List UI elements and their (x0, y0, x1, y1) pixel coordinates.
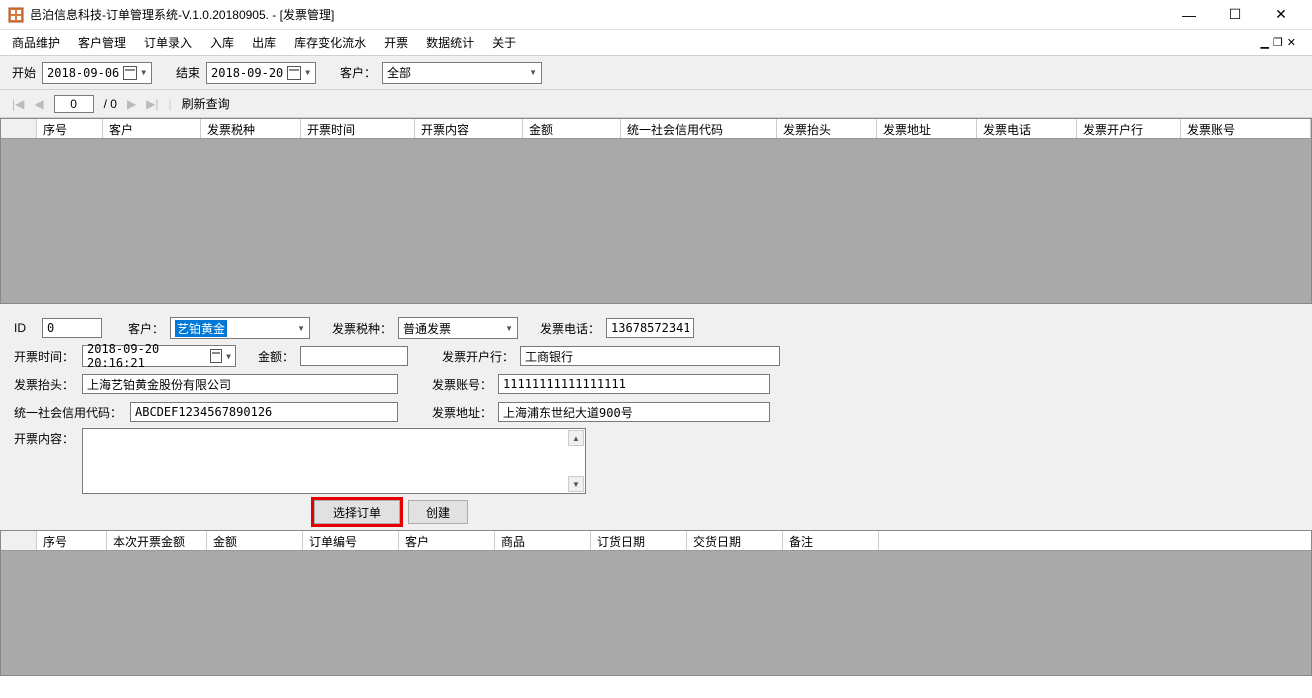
maximize-button[interactable]: ☐ (1212, 0, 1258, 30)
end-label: 结束 (176, 64, 200, 81)
customer-filter-label: 客户： (340, 64, 376, 81)
grid-col[interactable]: 订单编号 (303, 531, 399, 550)
grid-col[interactable]: 序号 (37, 119, 103, 138)
menu-item[interactable]: 出库 (252, 34, 276, 51)
menu-item[interactable]: 库存变化流水 (294, 34, 366, 51)
grid-col[interactable]: 商品 (495, 531, 591, 550)
end-date-picker[interactable]: 2018-09-20 ▼ (206, 62, 316, 84)
mdi-close-icon[interactable]: ✕ (1287, 36, 1296, 49)
calendar-icon (287, 66, 301, 80)
page-total: / 0 (104, 97, 117, 111)
grid-col[interactable]: 发票抬头 (777, 119, 877, 138)
phone-field[interactable] (606, 318, 694, 338)
grid-col[interactable]: 订货日期 (591, 531, 687, 550)
customer-combo[interactable]: 艺铂黄金 ▼ (170, 317, 310, 339)
row-header-corner (1, 531, 37, 550)
grid-col[interactable]: 本次开票金额 (107, 531, 207, 550)
mdi-minimize-icon[interactable]: ▁ (1260, 36, 1268, 49)
invoice-content-textarea[interactable]: ▲ ▼ (82, 428, 586, 494)
address-field[interactable] (498, 402, 770, 422)
chevron-down-icon: ▼ (297, 324, 305, 333)
customer-filter-combo[interactable]: 全部 ▼ (382, 62, 542, 84)
taxtype-combo[interactable]: 普通发票 ▼ (398, 317, 518, 339)
grid-col[interactable]: 交货日期 (687, 531, 783, 550)
grid-col[interactable]: 发票账号 (1181, 119, 1311, 138)
account-label: 发票账号： (432, 376, 492, 393)
scroll-down-icon[interactable]: ▼ (568, 476, 584, 492)
grid-col[interactable]: 金额 (523, 119, 621, 138)
grid-col[interactable]: 序号 (37, 531, 107, 550)
addr-label: 发票地址： (432, 404, 492, 421)
invoice-time-picker[interactable]: 2018-09-20 20:16:21 ▼ (82, 345, 236, 367)
grid-col[interactable]: 客户 (399, 531, 495, 550)
amount-field[interactable] (300, 346, 408, 366)
refresh-query-button[interactable]: 刷新查询 (182, 95, 230, 112)
last-page-button[interactable]: ▶| (146, 97, 158, 111)
menu-item[interactable]: 商品维护 (12, 34, 60, 51)
close-button[interactable]: ✕ (1258, 0, 1304, 30)
prev-page-button[interactable]: ◀ (34, 97, 43, 111)
content-label: 开票内容： (14, 428, 76, 447)
grid-col[interactable]: 发票开户行 (1077, 119, 1181, 138)
menu-item[interactable]: 开票 (384, 34, 408, 51)
order-grid[interactable]: 序号 本次开票金额 金额 订单编号 客户 商品 订货日期 交货日期 备注 (0, 530, 1312, 676)
first-page-button[interactable]: |◀ (12, 97, 24, 111)
bank-field[interactable] (520, 346, 780, 366)
scroll-up-icon[interactable]: ▲ (568, 430, 584, 446)
invoice-grid[interactable]: 序号 客户 发票税种 开票时间 开票内容 金额 统一社会信用代码 发票抬头 发票… (0, 118, 1312, 304)
grid-col[interactable]: 金额 (207, 531, 303, 550)
calendar-icon (210, 349, 222, 363)
next-page-button[interactable]: ▶ (127, 97, 136, 111)
id-label: ID (14, 321, 36, 335)
chevron-down-icon: ▼ (226, 352, 231, 361)
grid-col[interactable]: 开票内容 (415, 119, 523, 138)
pager-toolbar: |◀ ◀ / 0 ▶ ▶| | 刷新查询 (0, 90, 1312, 118)
grid-col[interactable]: 发票电话 (977, 119, 1077, 138)
menu-item[interactable]: 关于 (492, 34, 516, 51)
select-order-button[interactable]: 选择订单 (314, 500, 400, 524)
customer-label: 客户： (128, 320, 164, 337)
uscc-label: 统一社会信用代码： (14, 404, 124, 421)
start-label: 开始 (12, 64, 36, 81)
menu-item[interactable]: 入库 (210, 34, 234, 51)
menu-item[interactable]: 客户管理 (78, 34, 126, 51)
chevron-down-icon: ▼ (305, 68, 310, 77)
grid-col[interactable]: 发票税种 (201, 119, 301, 138)
row-header-corner (1, 119, 37, 138)
app-icon (8, 7, 24, 23)
filter-toolbar: 开始 2018-09-06 ▼ 结束 2018-09-20 ▼ 客户： 全部 ▼ (0, 56, 1312, 90)
grid-col[interactable]: 备注 (783, 531, 879, 550)
invoice-form: ID 客户： 艺铂黄金 ▼ 发票税种： 普通发票 ▼ 发票电话： 开票时间： 2… (0, 304, 1312, 530)
menu-item[interactable]: 订单录入 (144, 34, 192, 51)
title-label: 发票抬头： (14, 376, 76, 393)
mdi-restore-icon[interactable]: ❐ (1273, 36, 1283, 49)
menu-item[interactable]: 数据统计 (426, 34, 474, 51)
invoice-title-field[interactable] (82, 374, 398, 394)
taxtype-label: 发票税种： (332, 320, 392, 337)
menubar: 商品维护 客户管理 订单录入 入库 出库 库存变化流水 开票 数据统计 关于 ▁… (0, 30, 1312, 56)
grid-col[interactable]: 统一社会信用代码 (621, 119, 777, 138)
bank-label: 发票开户行： (442, 348, 514, 365)
time-label: 开票时间： (14, 348, 76, 365)
id-field[interactable] (42, 318, 102, 338)
uscc-field[interactable] (130, 402, 398, 422)
grid-col[interactable]: 发票地址 (877, 119, 977, 138)
amount-label: 金额： (258, 348, 294, 365)
chevron-down-icon: ▼ (529, 68, 537, 77)
start-date-picker[interactable]: 2018-09-06 ▼ (42, 62, 152, 84)
grid-col[interactable]: 客户 (103, 119, 201, 138)
minimize-button[interactable]: — (1166, 0, 1212, 30)
grid-col[interactable]: 开票时间 (301, 119, 415, 138)
page-input[interactable] (54, 95, 94, 113)
window-title: 邑泊信息科技-订单管理系统-V.1.0.20180905. - [发票管理] (30, 6, 1166, 23)
create-button[interactable]: 创建 (408, 500, 468, 524)
titlebar: 邑泊信息科技-订单管理系统-V.1.0.20180905. - [发票管理] —… (0, 0, 1312, 30)
phone-label: 发票电话： (540, 320, 600, 337)
chevron-down-icon: ▼ (505, 324, 513, 333)
account-field[interactable] (498, 374, 770, 394)
calendar-icon (123, 66, 137, 80)
chevron-down-icon: ▼ (141, 68, 146, 77)
